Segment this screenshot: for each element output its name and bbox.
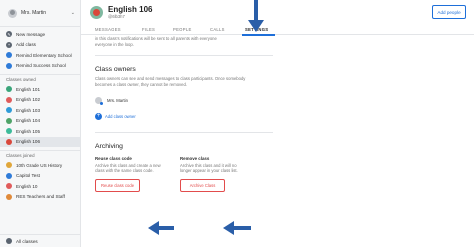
remove-class-description: Archive this class and it will no longer… [180, 163, 265, 174]
plus-icon: + [6, 41, 12, 48]
user-name: Mrs. Martin [21, 10, 46, 16]
notification-text: in this class's notifications will be se… [95, 36, 273, 47]
text-line: becomes a class owner, they cannot be re… [95, 81, 187, 87]
sidebar-item-label: English 106 [16, 139, 41, 145]
pencil-icon: ✎ [6, 31, 12, 38]
tab-calls[interactable]: CALLS [210, 27, 225, 32]
sidebar-item-label: Capitol Test [16, 173, 40, 179]
all-classes-link[interactable]: All classes [0, 234, 80, 247]
sidebar-item-label: English 102 [16, 97, 41, 103]
divider [95, 132, 273, 133]
sidebar-item-english-101[interactable]: English 101 [0, 84, 80, 95]
class-icon [6, 193, 12, 200]
sidebar-item-label: English 10 [16, 183, 38, 189]
sidebar-item-label: English 101 [16, 86, 41, 92]
remove-class-title: Remove class [180, 156, 210, 161]
main-panel: English 106 @6lb3h7 Add people MESSAGES … [81, 0, 474, 247]
user-avatar [8, 8, 17, 18]
chevron-down-icon: ⌄ [70, 10, 75, 16]
archiving-options: Reuse class code Archive this class and … [95, 156, 273, 192]
owner-avatar [95, 97, 103, 105]
class-icon [6, 96, 12, 103]
school-icon [6, 52, 12, 59]
reuse-class-code-section: Reuse class code Archive this class and … [95, 156, 180, 192]
sidebar-item-english-106[interactable]: English 106 [0, 136, 80, 147]
tab-files[interactable]: FILES [142, 27, 155, 32]
classes-owned-header: Classes owned [0, 74, 80, 84]
sidebar-item-remind-elementary[interactable]: Remind Elementary School [0, 50, 80, 61]
sidebar-item-english-102[interactable]: English 102 [0, 95, 80, 106]
add-people-button[interactable]: Add people [432, 5, 466, 19]
sidebar-item-label: Remind Success School [16, 63, 66, 69]
settings-arrow-annotation [248, 0, 264, 32]
archiving-title: Archiving [95, 143, 123, 150]
sidebar-item-remind-success[interactable]: Remind Success School [0, 61, 80, 72]
divider [95, 55, 273, 56]
class-icon [6, 86, 12, 93]
sidebar-item-new-message[interactable]: ✎ New message [0, 29, 80, 40]
sidebar-item-label: New message [16, 31, 46, 37]
sidebar-item-label: RES Teachers and Staff [16, 194, 65, 200]
plus-icon: + [95, 113, 102, 120]
owner-name: Mrs. Martin [107, 98, 128, 103]
sidebar-item-label: English 103 [16, 107, 41, 113]
sidebar-item-add-class[interactable]: + Add class [0, 40, 80, 51]
sidebar-item-res-teachers[interactable]: RES Teachers and Staff [0, 192, 80, 203]
sidebar-item-label: English 104 [16, 118, 41, 124]
owner-badge-icon [100, 102, 103, 105]
class-icon [6, 172, 12, 179]
grid-icon [6, 238, 12, 244]
sidebar-item-english-10[interactable]: English 10 [0, 181, 80, 192]
school-icon [6, 62, 12, 69]
class-owners-title: Class owners [95, 66, 136, 73]
class-header: English 106 @6lb3h7 [90, 5, 152, 19]
remove-class-section: Remove class Archive this class and it w… [180, 156, 265, 192]
settings-content: in this class's notifications will be se… [95, 36, 273, 192]
tab-messages[interactable]: MESSAGES [95, 27, 121, 32]
reuse-arrow-annotation [148, 221, 174, 235]
user-menu[interactable]: Mrs. Martin ⌄ [0, 0, 80, 27]
add-class-owner-label: Add class owner [105, 114, 136, 119]
tab-bar: MESSAGES FILES PEOPLE CALLS SETTINGS [81, 25, 474, 36]
reuse-class-code-title: Reuse class code [95, 156, 132, 161]
reuse-class-code-button[interactable]: Reuse class code [95, 178, 140, 192]
add-class-owner-button[interactable]: + Add class owner [95, 113, 273, 120]
all-classes-label: All classes [16, 238, 38, 244]
class-icon [6, 138, 12, 145]
text-line: everyone in the loop. [95, 41, 134, 47]
class-icon [6, 162, 12, 169]
archive-arrow-annotation [223, 221, 251, 235]
class-avatar-icon [90, 5, 103, 19]
sidebar-item-english-104[interactable]: English 104 [0, 116, 80, 127]
text-line: longer appear in your class list. [180, 168, 238, 174]
sidebar-item-capitol-test[interactable]: Capitol Test [0, 171, 80, 182]
class-icon [6, 107, 12, 114]
archive-class-button[interactable]: Archive Class [180, 178, 225, 192]
class-code: @6lb3h7 [108, 14, 125, 19]
class-icon [6, 183, 12, 190]
class-title: English 106 [108, 5, 153, 14]
sidebar-item-label: Remind Elementary School [16, 52, 72, 58]
class-owners-description: Class owners can see and send messages t… [95, 76, 273, 87]
sidebar-item-label: 10th Grade US History [16, 162, 63, 168]
reuse-class-code-description: Archive this class and create a new clas… [95, 163, 180, 174]
classes-joined-header: Classes joined [0, 150, 80, 160]
class-icon [6, 117, 12, 124]
sidebar: Mrs. Martin ⌄ ✎ New message + Add class … [0, 0, 81, 247]
sidebar-item-english-105[interactable]: English 105 [0, 126, 80, 137]
sidebar-item-us-history[interactable]: 10th Grade US History [0, 160, 80, 171]
sidebar-item-english-103[interactable]: English 103 [0, 105, 80, 116]
owner-row: Mrs. Martin [95, 97, 273, 105]
sidebar-item-label: Add class [16, 42, 36, 48]
sidebar-item-label: English 105 [16, 128, 41, 134]
text-line: class with the same class code. [95, 168, 154, 174]
tab-people[interactable]: PEOPLE [173, 27, 192, 32]
class-icon [6, 128, 12, 135]
